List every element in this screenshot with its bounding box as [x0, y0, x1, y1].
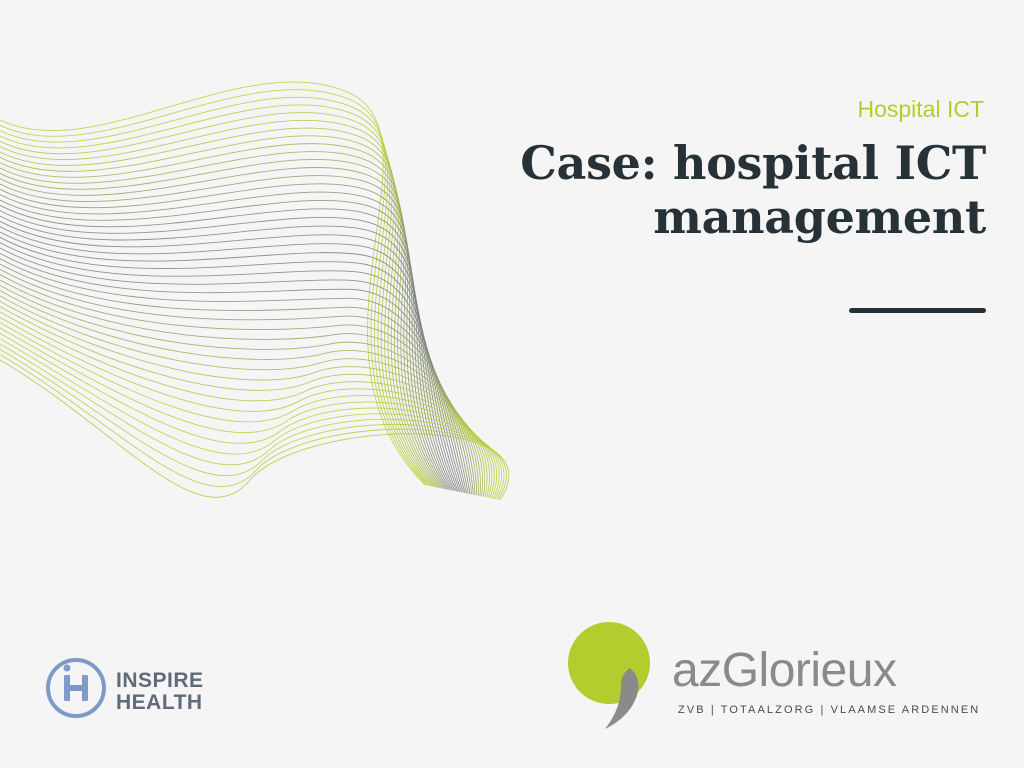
wave-line: [0, 231, 461, 493]
wave-line: [0, 199, 451, 491]
title-underline: [849, 308, 986, 313]
wave-line: [0, 274, 474, 495]
inspire-health-line-1: INSPIRE: [116, 669, 204, 692]
az-glorieux-tagline: ZVB | TOTAALZORG | VLAAMSE ARDENNEN: [678, 704, 981, 716]
slide-eyebrow: Hospital ICT: [857, 96, 984, 122]
inspire-health-emblem-icon: [46, 658, 106, 718]
az-glorieux-comma-icon: [568, 622, 650, 729]
slide-title: Case: hospital ICT management: [520, 136, 986, 244]
inspire-health-wordmark: INSPIRE HEALTH: [116, 670, 204, 714]
inspire-health-line-2: HEALTH: [116, 691, 203, 714]
az-glorieux-name: Glorieux: [721, 644, 897, 697]
inspire-health-logo: INSPIRE HEALTH: [44, 656, 244, 728]
az-glorieux-prefix: az: [672, 644, 722, 697]
wave-line-art: [0, 81, 510, 501]
wave-line: [0, 359, 510, 501]
title-slide: Hospital ICT Case: hospital ICT manageme…: [0, 0, 1024, 768]
wave-line: [0, 183, 448, 490]
az-glorieux-wordmark: azGlorieux: [672, 644, 897, 697]
wave-line: [0, 258, 469, 494]
az-glorieux-logo: azGlorieux ZVB | TOTAALZORG | VLAAMSE AR…: [560, 615, 1000, 740]
wave-line: [0, 284, 478, 496]
wave-line: [0, 96, 429, 486]
wave-line: [0, 112, 433, 487]
wave-line: [0, 210, 454, 491]
wave-line: [0, 127, 436, 488]
